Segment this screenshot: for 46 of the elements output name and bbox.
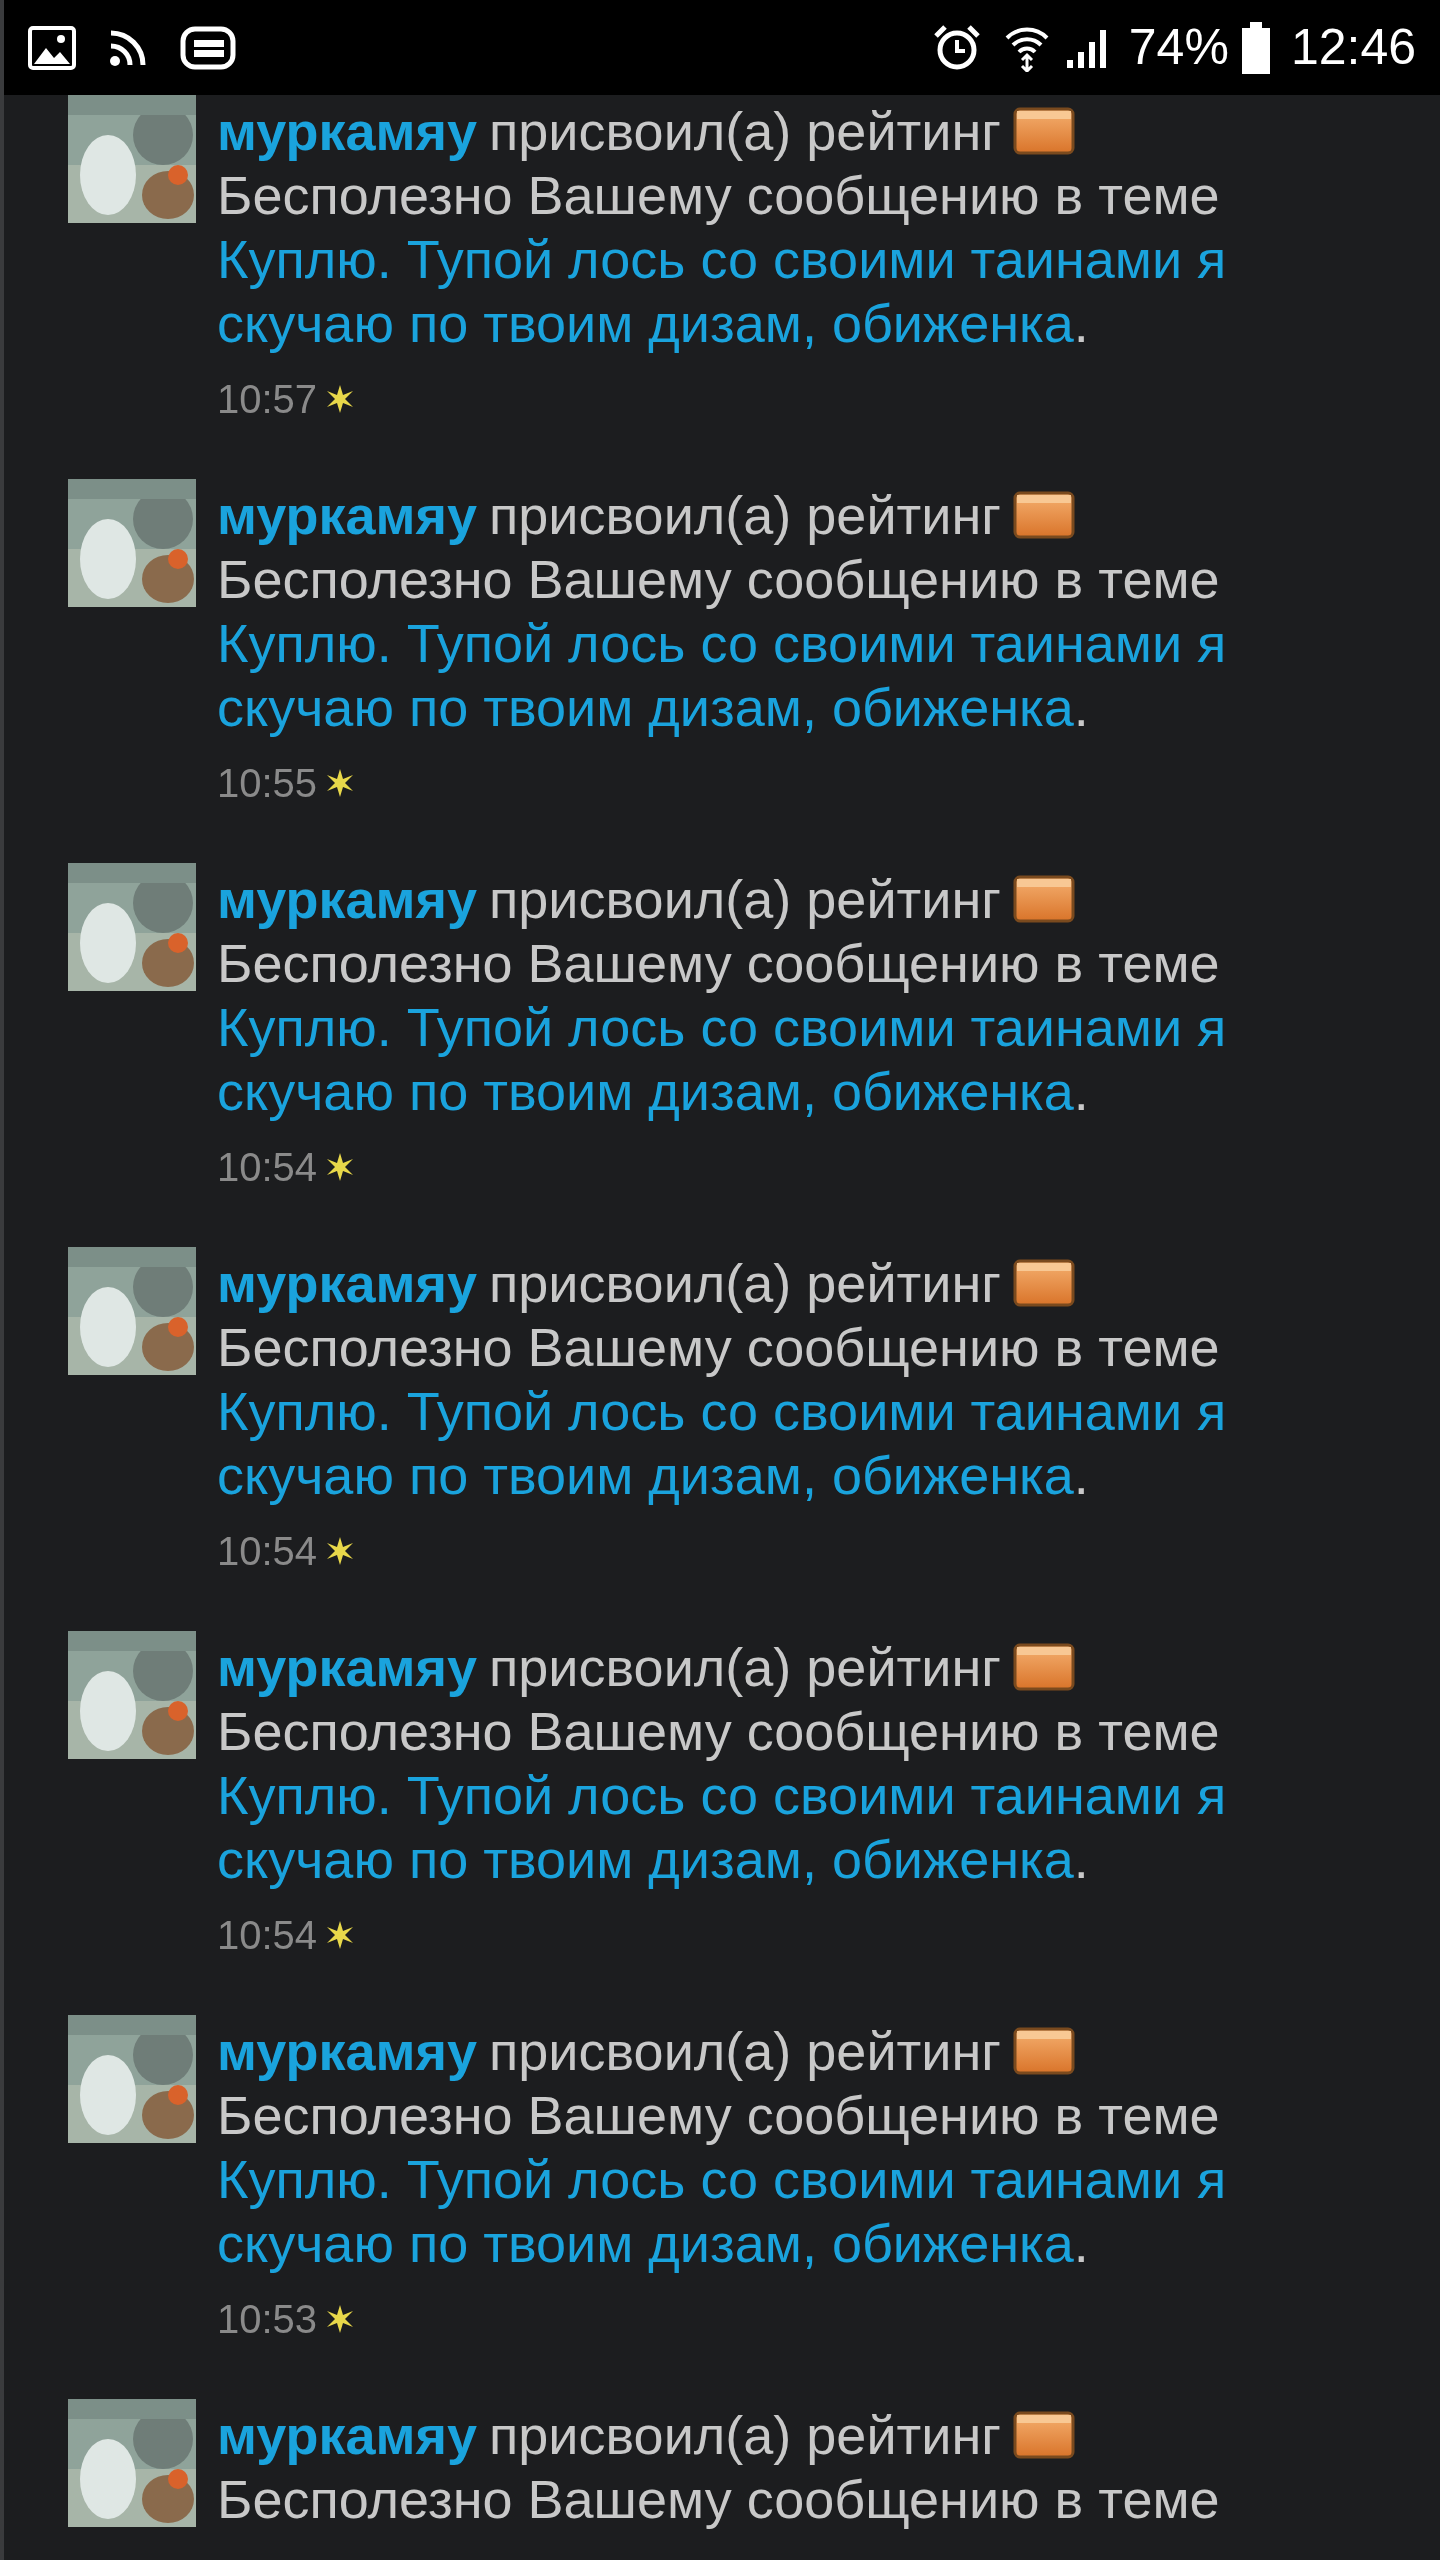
message-text: Бесполезно Вашему сообщению в теме [217,548,1221,611]
topic-link[interactable]: Куплю. Тупой лось со своими таинами я скучаю по твоим дизам, обиженка. [217,1763,1277,1891]
box-icon [1012,1259,1075,1307]
action-text: присвоил(а) рейтинг [489,2404,1001,2467]
topic-link[interactable]: Куплю. Тупой лось со своими таинами я скучаю по твоим дизам, обиженка. [217,611,1277,739]
topic-link[interactable]: Куплю. Тупой лось со своими таинами я скучаю по твоим дизам, обиженка. [217,227,1277,355]
timestamp: 10:57 [217,376,318,423]
game-icon [180,25,236,70]
topic-link[interactable]: Куплю. Тупой лось со своими таинами я скучаю по твоим дизам, обиженка. [217,2147,1277,2275]
topic-link[interactable]: Куплю. Тупой лось со своими таинами я скучаю по твоим дизам, обиженка. [217,1379,1277,1507]
username-link[interactable]: муркамяу [217,867,478,931]
topic-link[interactable]: Куплю. Тупой лось со своими таинами я скучаю по твоим дизам, обиженка. [217,995,1277,1123]
action-text: присвоил(а) рейтинг [489,484,1001,547]
timestamp: 10:54 [217,1912,318,1959]
username-link[interactable]: муркамяу [217,1635,478,1699]
username-link[interactable]: муркамяу [217,1251,478,1315]
box-icon [1012,107,1075,155]
timestamp: 10:53 [217,2296,318,2343]
message-text: Бесполезно Вашему сообщению в теме [217,2468,1221,2531]
message-text: Бесполезно Вашему сообщению в теме [217,2084,1221,2147]
timestamp: 10:54 [217,1528,318,1575]
timestamp: 10:54 [217,1144,318,1191]
action-text: присвоил(а) рейтинг [489,868,1001,931]
username-link[interactable]: муркамяу [217,483,478,547]
action-text: присвоил(а) рейтинг [489,100,1001,163]
action-text: присвоил(а) рейтинг [489,2020,1001,2083]
box-icon [1012,875,1075,923]
box-icon [1012,491,1075,539]
action-text: присвоил(а) рейтинг [489,1252,1001,1315]
clock: 12:46 [1290,18,1416,77]
username-link[interactable]: муркамяу [217,2019,478,2083]
battery-percent: 74% [1128,18,1229,77]
box-icon [1012,2411,1075,2459]
username-link[interactable]: муркамяу [217,2403,478,2467]
action-text: присвоил(а) рейтинг [489,1636,1001,1699]
box-icon [1012,2027,1075,2075]
timestamp: 10:55 [217,760,318,807]
box-icon [1012,1643,1075,1691]
message-text: Бесполезно Вашему сообщению в теме [217,932,1221,995]
alarm-icon [932,23,981,72]
message-text: Бесполезно Вашему сообщению в теме [217,1700,1221,1763]
battery-icon [1240,21,1271,74]
image-icon [28,25,76,70]
message-text: Бесполезно Вашему сообщению в теме [217,164,1221,227]
username-link[interactable]: муркамяу [217,99,478,163]
message-text: Бесполезно Вашему сообщению в теме [217,1316,1221,1379]
